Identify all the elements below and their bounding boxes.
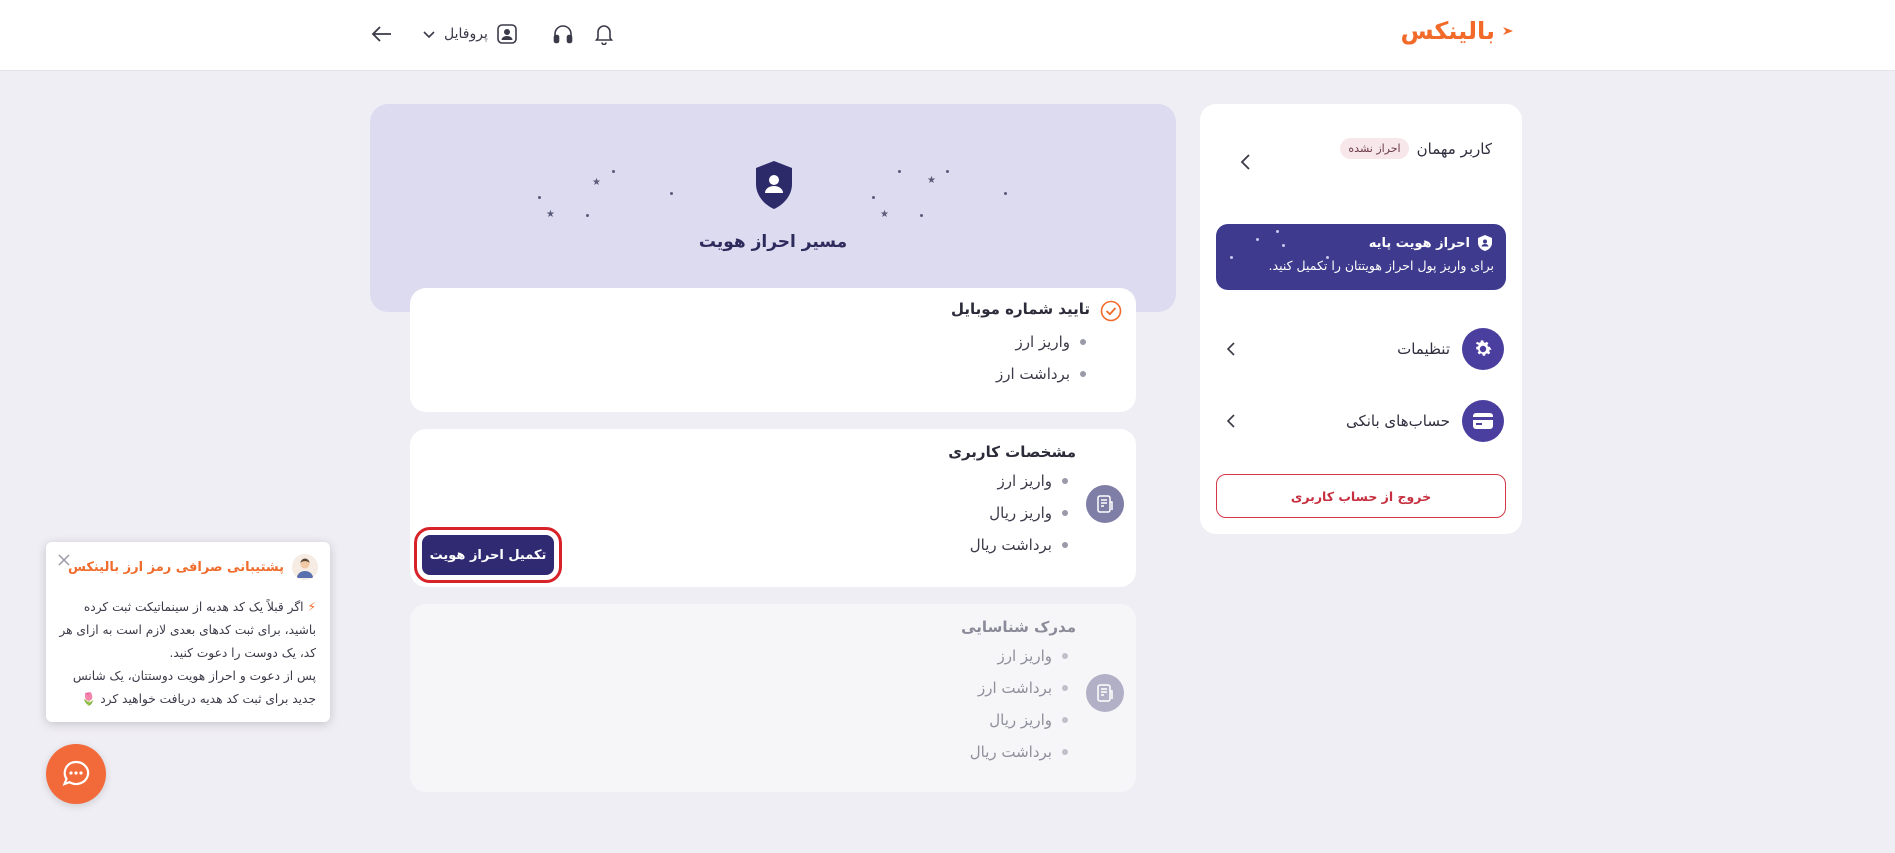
- user-name: کاربر مهمان: [1416, 139, 1492, 158]
- step-item: برداشت ارز: [996, 358, 1086, 390]
- document-icon: [1086, 485, 1124, 523]
- step-item: برداشت ریال: [970, 736, 1068, 768]
- decor-dot: [1004, 192, 1007, 195]
- account-sidebar: کاربر مهمان احراز نشده احراز هویت پایه ب…: [1200, 104, 1522, 534]
- kyc-hero: ★ ★ ★ ★ مسیر احراز هویت: [370, 104, 1176, 312]
- chat-button[interactable]: [46, 744, 106, 804]
- check-circle-icon: [1100, 300, 1122, 322]
- step-items: واریز ارز برداشت ارز واریز ریال برداشت ر…: [970, 640, 1068, 768]
- step-title: مشخصات کاربری: [948, 443, 1076, 461]
- shield-icon: [1478, 235, 1492, 251]
- profile-menu-button[interactable]: پروفایل: [422, 19, 518, 49]
- decor-dot: [1282, 244, 1285, 247]
- decor-dot: [898, 170, 901, 173]
- chat-bubble-icon: [62, 760, 90, 786]
- logo-mark-icon: [1503, 27, 1513, 35]
- step-title: تایید شماره موبایل: [950, 300, 1090, 318]
- decor-dot: [872, 196, 875, 199]
- sidebar-item-label: حساب‌های بانکی: [1345, 412, 1450, 430]
- decor-dot: [586, 214, 589, 217]
- step-item: واریز ارز: [996, 326, 1086, 358]
- decor-dot: [920, 214, 923, 217]
- decor-star: ★: [546, 209, 555, 220]
- step-item: واریز ریال: [970, 497, 1068, 529]
- basic-kyc-banner[interactable]: احراز هویت پایه برای واریز پول احراز هوی…: [1216, 224, 1506, 290]
- support-popup: پشتیبانی صرافی رمز ارز بالینکس ⚡ اگر قبل…: [46, 542, 330, 722]
- top-bar: بالینکس پروفایل: [0, 0, 1895, 71]
- step-card-mobile-verification: تایید شماره موبایل واریز ارز برداشت ارز: [410, 288, 1136, 412]
- chevron-down-icon: [423, 31, 435, 39]
- sidebar-item-settings[interactable]: تنظیمات: [1216, 326, 1506, 372]
- step-title: مدرک شناسایی: [961, 618, 1076, 636]
- decor-star: ★: [880, 209, 889, 220]
- support-message: ⚡ اگر قبلاً یک کد هدیه از سینماتیکت ثبت …: [58, 596, 316, 711]
- complete-verification-button[interactable]: تکمیل احراز هویت: [414, 527, 562, 583]
- shield-user-icon: [756, 161, 792, 209]
- document-icon: [1086, 674, 1124, 712]
- sidebar-item-bank-accounts[interactable]: حساب‌های بانکی: [1216, 398, 1506, 444]
- decor-dot: [1256, 238, 1259, 241]
- lightning-icon: ⚡: [307, 600, 316, 614]
- decor-star: ★: [927, 175, 936, 186]
- chevron-left-icon[interactable]: [1236, 152, 1256, 172]
- step-card-user-details: مشخصات کاربری واریز ارز واریز ریال برداش…: [410, 429, 1136, 587]
- chevron-left-icon: [1226, 414, 1235, 428]
- step-card-id-document: مدرک شناسایی واریز ارز برداشت ارز واریز …: [410, 604, 1136, 792]
- decor-star: ★: [592, 177, 601, 188]
- profile-label: پروفایل: [444, 26, 488, 42]
- close-icon[interactable]: [56, 552, 72, 568]
- decor-dot: [1326, 256, 1329, 259]
- bell-icon[interactable]: [592, 22, 616, 46]
- flower-icon: 🌷: [81, 692, 97, 706]
- support-header: پشتیبانی صرافی رمز ارز بالینکس: [68, 554, 318, 580]
- step-item: برداشت ارز: [970, 672, 1068, 704]
- step-item: برداشت ریال: [970, 529, 1068, 561]
- headphones-icon[interactable]: [551, 22, 575, 46]
- sidebar-item-label: تنظیمات: [1397, 340, 1450, 358]
- card-icon: [1462, 400, 1504, 442]
- step-item: واریز ارز: [970, 640, 1068, 672]
- user-info: کاربر مهمان احراز نشده: [1340, 138, 1492, 159]
- decor-dot: [670, 192, 673, 195]
- support-message-line2: پس از دعوت و احراز هویت دوستتان، یک شانس…: [72, 669, 316, 706]
- decor-dot: [538, 196, 541, 199]
- chevron-left-icon: [1226, 342, 1235, 356]
- user-icon: [497, 24, 517, 44]
- arrow-left-icon[interactable]: [370, 22, 394, 46]
- decor-dot: [1230, 256, 1233, 259]
- support-message-line1: اگر قبلاً یک کد هدیه از سینماتیکت ثبت کر…: [59, 600, 316, 660]
- step-items: واریز ارز واریز ریال برداشت ریال: [970, 465, 1068, 561]
- decor-dot: [946, 170, 949, 173]
- kyc-banner-description: برای واریز پول احراز هویتتان را تکمیل کن…: [1268, 258, 1494, 273]
- page-title: مسیر احراز هویت: [698, 232, 848, 252]
- kyc-banner-title: احراز هویت پایه: [1368, 235, 1470, 251]
- step-item: واریز ارز: [970, 465, 1068, 497]
- decor-dot: [612, 170, 615, 173]
- decor-dot: [1276, 230, 1279, 233]
- support-avatar: [292, 554, 318, 580]
- logout-button[interactable]: خروج از حساب کاربری: [1216, 474, 1506, 518]
- verification-status-badge: احراز نشده: [1340, 138, 1409, 159]
- support-title: پشتیبانی صرافی رمز ارز بالینکس: [67, 559, 284, 575]
- gear-icon: [1462, 328, 1504, 370]
- step-item: واریز ریال: [970, 704, 1068, 736]
- logo-text: بالینکس: [1400, 17, 1495, 45]
- brand-logo[interactable]: بالینکس: [1400, 14, 1515, 48]
- step-items: واریز ارز برداشت ارز: [996, 326, 1086, 390]
